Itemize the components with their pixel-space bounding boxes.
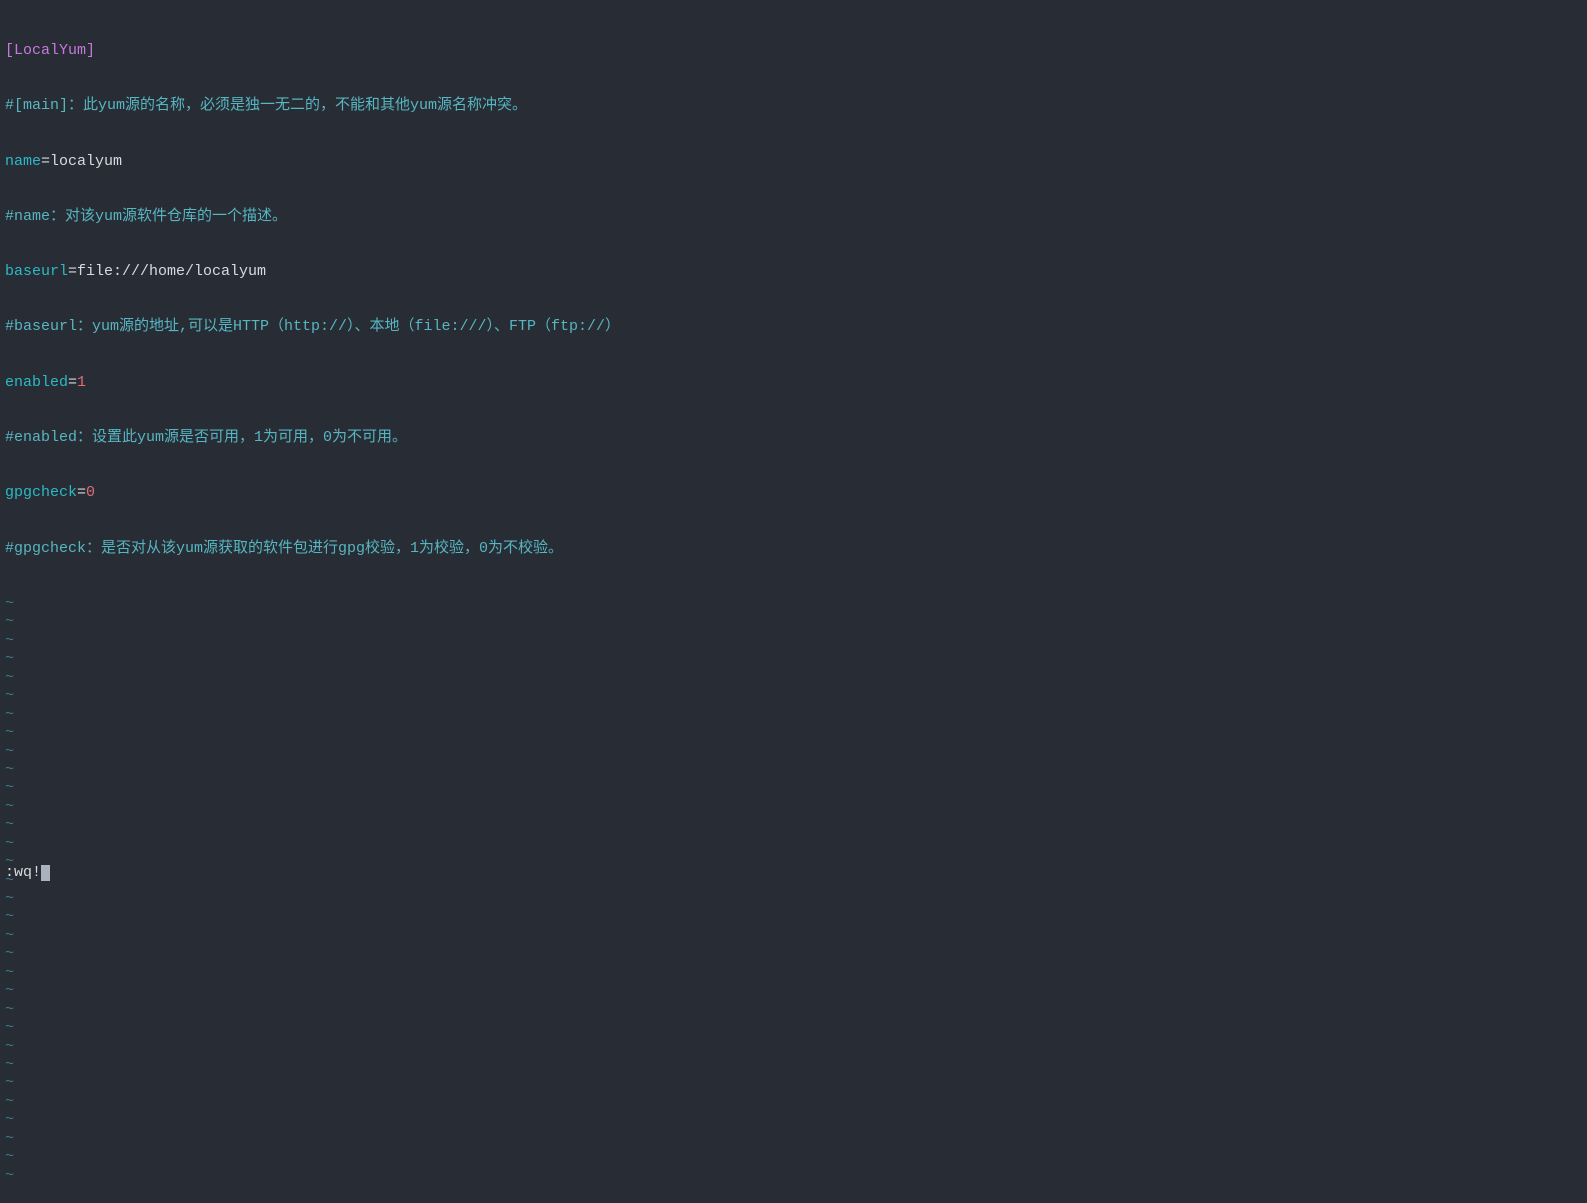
equals-sign: = xyxy=(68,374,77,391)
empty-line-tilde: ~ xyxy=(5,1056,1582,1074)
empty-line-tilde: ~ xyxy=(5,927,1582,945)
vim-editor-area[interactable]: [LocalYum] #[main]：此yum源的名称，必须是独一无二的，不能和… xyxy=(0,0,1587,1203)
config-line-comment: #name：对该yum源软件仓库的一个描述。 xyxy=(5,208,1582,226)
equals-sign: = xyxy=(41,153,50,170)
empty-line-tilde: ~ xyxy=(5,945,1582,963)
value-baseurl: file:///home/localyum xyxy=(77,263,266,280)
empty-line-tilde: ~ xyxy=(5,1093,1582,1111)
empty-lines-area: ~~~~~~~~~~~~~~~~~~~~~~~~~~~~~~~~ xyxy=(5,595,1582,1185)
value-gpgcheck: 0 xyxy=(86,484,95,501)
empty-line-tilde: ~ xyxy=(5,595,1582,613)
empty-line-tilde: ~ xyxy=(5,1038,1582,1056)
section-header: [LocalYum] xyxy=(5,42,95,59)
config-line-section: [LocalYum] xyxy=(5,42,1582,60)
empty-line-tilde: ~ xyxy=(5,872,1582,890)
key-enabled: enabled xyxy=(5,374,68,391)
empty-line-tilde: ~ xyxy=(5,743,1582,761)
equals-sign: = xyxy=(68,263,77,280)
empty-line-tilde: ~ xyxy=(5,687,1582,705)
empty-line-tilde: ~ xyxy=(5,1111,1582,1129)
comment-name: #name：对该yum源软件仓库的一个描述。 xyxy=(5,208,287,225)
empty-line-tilde: ~ xyxy=(5,798,1582,816)
config-line-comment: #baseurl：yum源的地址,可以是HTTP（http://）、本地（fil… xyxy=(5,318,1582,336)
empty-line-tilde: ~ xyxy=(5,650,1582,668)
config-line-comment: #gpgcheck：是否对从该yum源获取的软件包进行gpg校验，1为校验，0为… xyxy=(5,540,1582,558)
comment-main: #[main]：此yum源的名称，必须是独一无二的，不能和其他yum源名称冲突。 xyxy=(5,97,527,114)
empty-line-tilde: ~ xyxy=(5,761,1582,779)
equals-sign: = xyxy=(77,484,86,501)
empty-line-tilde: ~ xyxy=(5,779,1582,797)
empty-line-tilde: ~ xyxy=(5,1001,1582,1019)
empty-line-tilde: ~ xyxy=(5,724,1582,742)
key-gpgcheck: gpgcheck xyxy=(5,484,77,501)
config-line-gpgcheck: gpgcheck=0 xyxy=(5,484,1582,502)
empty-line-tilde: ~ xyxy=(5,632,1582,650)
config-line-comment: #enabled：设置此yum源是否可用，1为可用，0为不可用。 xyxy=(5,429,1582,447)
cursor-icon xyxy=(41,865,50,881)
comment-gpgcheck: #gpgcheck：是否对从该yum源获取的软件包进行gpg校验，1为校验，0为… xyxy=(5,540,563,557)
value-enabled: 1 xyxy=(77,374,86,391)
value-name: localyum xyxy=(50,153,122,170)
empty-line-tilde: ~ xyxy=(5,982,1582,1000)
empty-line-tilde: ~ xyxy=(5,816,1582,834)
empty-line-tilde: ~ xyxy=(5,890,1582,908)
empty-line-tilde: ~ xyxy=(5,908,1582,926)
empty-line-tilde: ~ xyxy=(5,1167,1582,1185)
config-line-name: name=localyum xyxy=(5,153,1582,171)
config-line-baseurl: baseurl=file:///home/localyum xyxy=(5,263,1582,281)
empty-line-tilde: ~ xyxy=(5,1074,1582,1092)
vim-command-line[interactable]: :wq! xyxy=(5,864,50,882)
empty-line-tilde: ~ xyxy=(5,613,1582,631)
key-baseurl: baseurl xyxy=(5,263,68,280)
comment-enabled: #enabled：设置此yum源是否可用，1为可用，0为不可用。 xyxy=(5,429,407,446)
empty-line-tilde: ~ xyxy=(5,1130,1582,1148)
empty-line-tilde: ~ xyxy=(5,853,1582,871)
command-text: :wq! xyxy=(5,864,41,881)
empty-line-tilde: ~ xyxy=(5,1019,1582,1037)
empty-line-tilde: ~ xyxy=(5,835,1582,853)
config-line-comment: #[main]：此yum源的名称，必须是独一无二的，不能和其他yum源名称冲突。 xyxy=(5,97,1582,115)
empty-line-tilde: ~ xyxy=(5,964,1582,982)
empty-line-tilde: ~ xyxy=(5,1148,1582,1166)
empty-line-tilde: ~ xyxy=(5,706,1582,724)
config-line-enabled: enabled=1 xyxy=(5,374,1582,392)
key-name: name xyxy=(5,153,41,170)
comment-baseurl: #baseurl：yum源的地址,可以是HTTP（http://）、本地（fil… xyxy=(5,318,620,335)
empty-line-tilde: ~ xyxy=(5,669,1582,687)
